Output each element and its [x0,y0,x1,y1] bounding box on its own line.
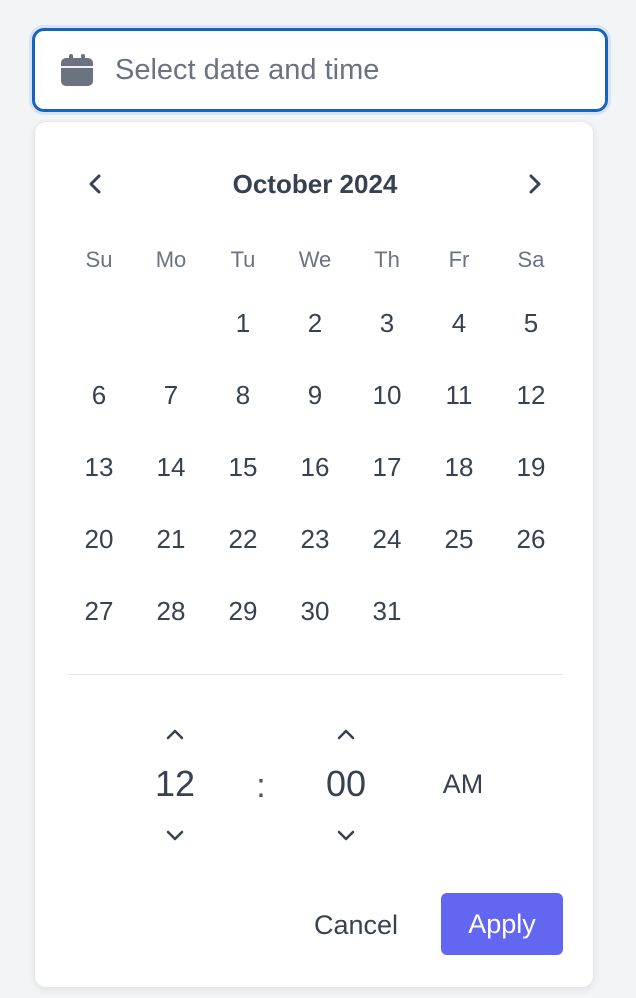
day-cell[interactable]: 26 [495,503,567,575]
date-time-input-wrapper[interactable] [32,28,608,112]
minute-increment-button[interactable] [306,720,386,748]
apply-button[interactable]: Apply [441,893,563,955]
day-cell-empty [135,287,207,359]
hour-value[interactable]: 12 [125,762,225,806]
day-cell[interactable]: 30 [279,575,351,647]
day-cell[interactable]: 15 [207,431,279,503]
day-cell[interactable]: 6 [63,359,135,431]
day-cell[interactable]: 17 [351,431,423,503]
chevron-down-icon [337,830,355,841]
weekday-header: Su Mo Tu We Th Fr Sa [63,242,567,278]
day-cell[interactable]: 23 [279,503,351,575]
day-grid: 1 2 3 4 5 6 7 8 9 10 11 12 13 14 15 16 17 18 19 20 21 22 23 24 2… [63,287,567,647]
weekday-label: We [298,247,332,272]
day-cell[interactable]: 2 [279,287,351,359]
day-cell[interactable]: 31 [351,575,423,647]
next-month-button[interactable] [517,166,553,202]
weekday-label: Mo [155,247,187,272]
day-cell[interactable]: 8 [207,359,279,431]
cancel-button[interactable]: Cancel [299,894,413,956]
day-cell[interactable]: 25 [423,503,495,575]
day-cell[interactable]: 10 [351,359,423,431]
chevron-up-icon [337,729,355,740]
day-cell[interactable]: 28 [135,575,207,647]
weekday-label: Fr [448,247,470,272]
day-cell[interactable]: 18 [423,431,495,503]
day-cell[interactable]: 16 [279,431,351,503]
minute-value[interactable]: 00 [296,762,396,806]
day-cell[interactable]: 4 [423,287,495,359]
minute-decrement-button[interactable] [306,822,386,850]
day-cell[interactable]: 9 [279,359,351,431]
chevron-right-icon [529,174,541,194]
date-time-input[interactable] [115,31,595,109]
day-cell[interactable]: 21 [135,503,207,575]
day-cell[interactable]: 14 [135,431,207,503]
day-cell[interactable]: 22 [207,503,279,575]
month-title: October 2024 [232,169,398,199]
divider [67,674,563,675]
hour-decrement-button[interactable] [135,822,215,850]
day-cell[interactable]: 13 [63,431,135,503]
date-picker-popover: October 2024 Su Mo Tu We Th Fr Sa 123456… [34,121,594,988]
day-cell-empty [423,575,495,647]
day-cell[interactable]: 5 [495,287,567,359]
day-cell[interactable]: 19 [495,431,567,503]
hour-increment-button[interactable] [135,720,215,748]
day-cell[interactable]: 27 [63,575,135,647]
am-pm-toggle[interactable]: AM [427,766,499,802]
day-cell[interactable]: 3 [351,287,423,359]
weekday-label: Sa [517,247,545,272]
chevron-up-icon [166,729,184,740]
day-cell[interactable]: 1 [207,287,279,359]
day-cell[interactable]: 20 [63,503,135,575]
day-cell[interactable]: 29 [207,575,279,647]
day-cell-empty [495,575,567,647]
weekday-label: Tu [230,247,256,272]
day-cell-empty [63,287,135,359]
time-separator: : [256,767,266,805]
day-cell[interactable]: 7 [135,359,207,431]
day-cell[interactable]: 12 [495,359,567,431]
day-cell[interactable]: 11 [423,359,495,431]
chevron-down-icon [166,830,184,841]
day-cell[interactable]: 24 [351,503,423,575]
calendar-icon [61,54,93,86]
weekday-label: Su [85,247,113,272]
weekday-label: Th [374,247,400,272]
